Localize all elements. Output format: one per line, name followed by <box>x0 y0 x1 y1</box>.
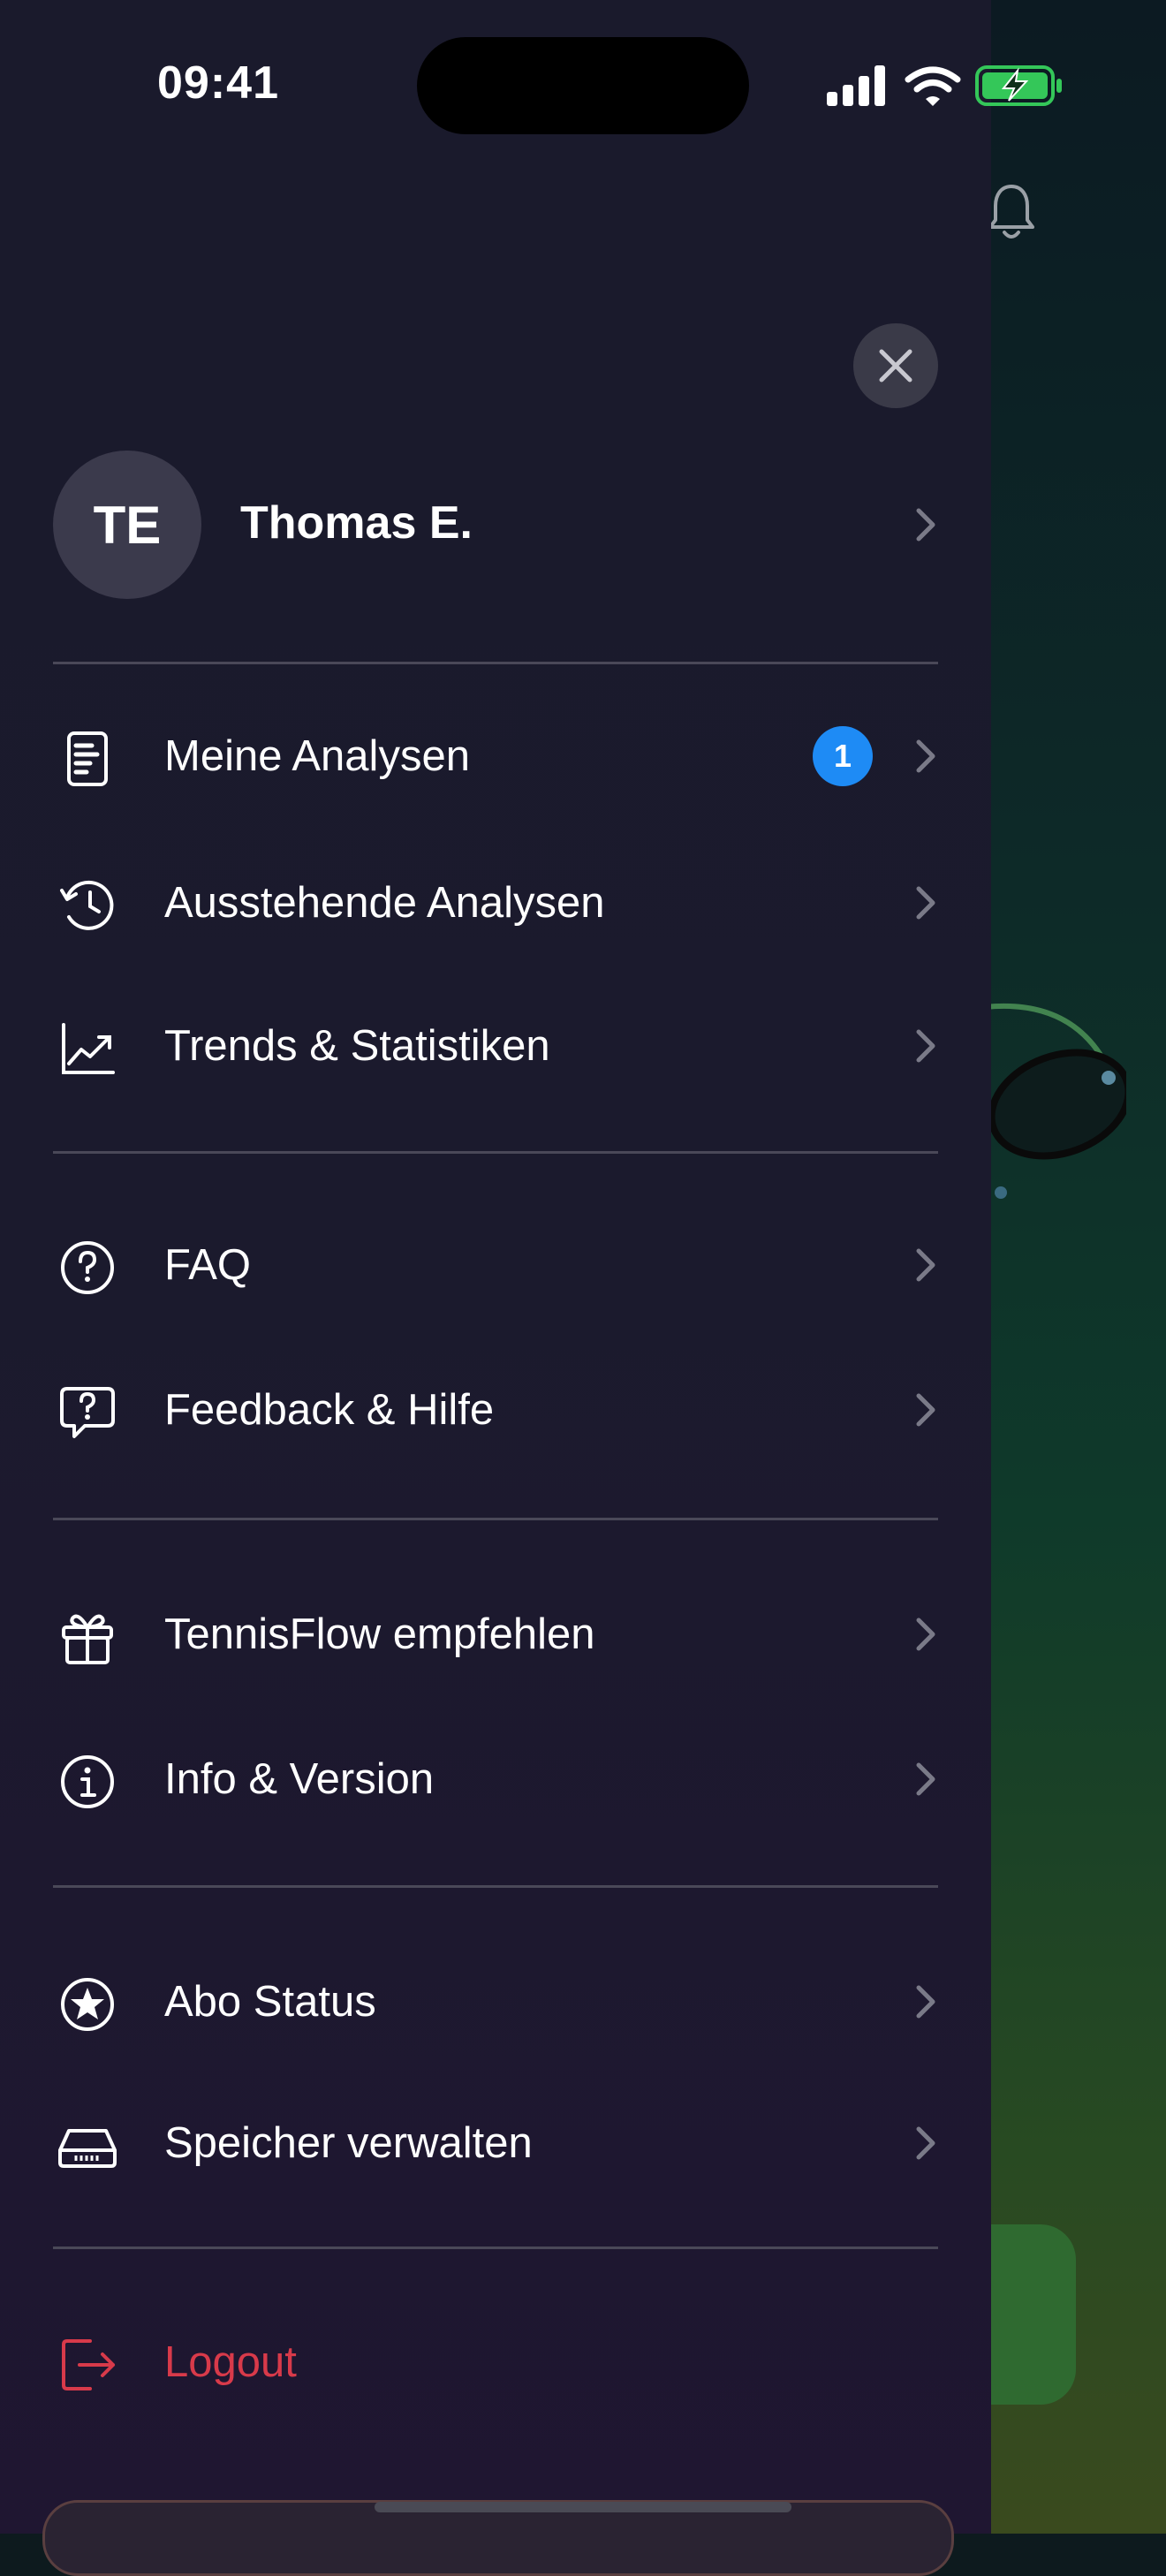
menu-item-feedback-hilfe[interactable]: Feedback & Hilfe <box>53 1355 938 1461</box>
menu-label: Ausstehende Analysen <box>164 879 605 927</box>
storage-drive-icon <box>58 2129 117 2168</box>
chevron-right-icon <box>916 886 935 920</box>
menu-label: Feedback & Hilfe <box>164 1386 495 1434</box>
chevron-right-icon <box>916 1393 935 1427</box>
chevron-right-icon <box>916 1029 935 1063</box>
chevron-right-icon <box>916 739 935 773</box>
menu-item-faq[interactable]: FAQ <box>53 1210 938 1316</box>
divider <box>53 1151 938 1154</box>
chevron-right-icon <box>916 2126 935 2160</box>
menu-label: Meine Analysen <box>164 732 470 780</box>
avatar: TE <box>53 451 201 599</box>
menu-label: Logout <box>164 2338 297 2386</box>
close-button[interactable] <box>853 323 938 408</box>
document-icon <box>67 731 108 786</box>
notification-badge: 1 <box>813 726 873 786</box>
history-clock-icon <box>60 880 114 930</box>
menu-label: Abo Status <box>164 1978 376 2026</box>
question-circle-icon <box>61 1241 114 1294</box>
wifi-icon <box>905 66 961 106</box>
menu-label: FAQ <box>164 1241 252 1289</box>
background-app <box>972 0 1166 2534</box>
menu-label: Info & Version <box>164 1755 435 1803</box>
home-indicator <box>375 2502 791 2512</box>
chevron-right-icon <box>916 1248 935 1282</box>
menu-item-meine-analysen[interactable]: Meine Analysen 1 <box>53 701 938 807</box>
menu-label: Speicher verwalten <box>164 2119 533 2167</box>
menu-label: Trends & Statistiken <box>164 1022 550 1070</box>
chevron-right-icon <box>916 1985 935 2019</box>
info-circle-icon <box>61 1755 114 1808</box>
menu-item-info-version[interactable]: Info & Version <box>53 1724 938 1830</box>
menu-item-trends-statistiken[interactable]: Trends & Statistiken <box>53 991 938 1097</box>
logout-button[interactable]: Logout <box>53 2307 938 2413</box>
menu-item-abo-status[interactable]: Abo Status <box>53 1947 938 2053</box>
dynamic-island <box>417 37 749 134</box>
gift-icon <box>62 1614 113 1664</box>
question-bubble-icon <box>60 1387 115 1438</box>
star-circle-icon <box>61 1978 114 2031</box>
chevron-right-icon <box>916 1618 935 1651</box>
bell-icon[interactable] <box>985 181 1038 243</box>
battery-charging-icon <box>975 65 1062 106</box>
chevron-right-icon <box>916 1762 935 1796</box>
trend-chart-icon <box>62 1023 115 1074</box>
divider <box>53 2246 938 2249</box>
menu-label: TennisFlow empfehlen <box>164 1610 595 1658</box>
profile-row[interactable]: TE Thomas E. <box>53 451 938 599</box>
divider <box>53 1885 938 1888</box>
tennis-racket-image <box>984 1003 1126 1199</box>
status-time: 09:41 <box>157 57 279 109</box>
close-icon <box>879 349 912 383</box>
profile-name: Thomas E. <box>240 497 473 549</box>
divider <box>53 662 938 664</box>
divider <box>53 1518 938 1520</box>
menu-item-tennisflow-empfehlen[interactable]: TennisFlow empfehlen <box>53 1580 938 1686</box>
chevron-right-icon <box>916 508 935 542</box>
cellular-signal-icon <box>827 65 885 106</box>
logout-icon <box>62 2339 115 2390</box>
menu-item-speicher-verwalten[interactable]: Speicher verwalten <box>53 2088 938 2194</box>
status-icons <box>827 65 1062 106</box>
menu-item-ausstehende-analysen[interactable]: Ausstehende Analysen <box>53 848 938 954</box>
